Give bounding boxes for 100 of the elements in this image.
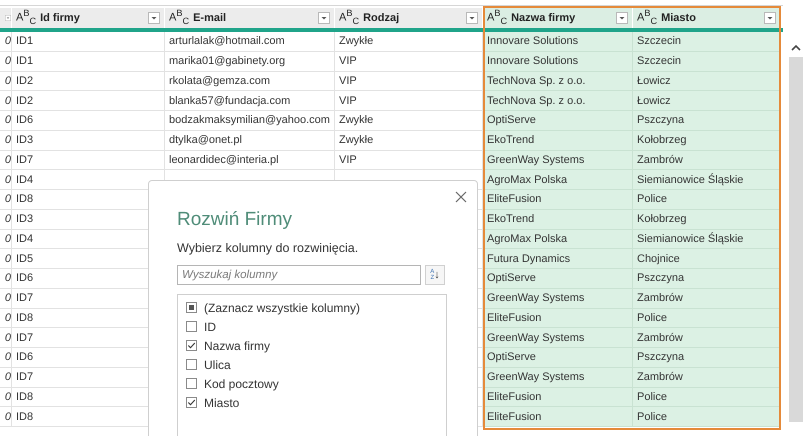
filter-dropdown-icon[interactable] — [318, 12, 330, 24]
table-cell: EliteFusion — [483, 407, 633, 427]
column-option[interactable]: ID — [204, 320, 216, 334]
table-cell: Police — [633, 190, 781, 210]
table-cell: Innovare Solutions — [483, 32, 633, 52]
row-number: 0 — [0, 407, 12, 427]
column-header[interactable]: A$^{B}$$_{C}$ Miasto — [633, 8, 781, 28]
vertical-scrollbar[interactable] — [788, 44, 804, 422]
table-cell: Police — [633, 407, 781, 427]
checkbox[interactable] — [186, 397, 197, 408]
column-option[interactable]: (Zaznacz wszystkie kolumny) — [204, 300, 360, 314]
table-cell: EkoTrend — [483, 210, 633, 230]
table-cell: dtylka@onet.pl — [165, 130, 335, 150]
row-number: 0 — [0, 32, 12, 52]
filter-dropdown-icon[interactable] — [466, 12, 478, 24]
table-cell: Pszczyna — [633, 348, 781, 368]
checkbox[interactable] — [186, 302, 197, 313]
row-number: 0 — [0, 308, 12, 328]
table-cell: ID7 — [12, 150, 165, 170]
scroll-up-icon[interactable] — [791, 44, 801, 51]
row-number: 0 — [0, 111, 12, 131]
table-cell: Łowicz — [633, 91, 781, 111]
table-cell: Zambrów — [633, 288, 781, 308]
table-cell: Chojnice — [633, 249, 781, 269]
row-number: 0 — [0, 368, 12, 388]
table-cell: ID2 — [12, 72, 165, 92]
column-option[interactable]: Nazwa firmy — [204, 338, 270, 352]
table-cell: ID6 — [12, 111, 165, 131]
column-header[interactable]: A$^{B}$$_{C}$ Id firmy — [12, 8, 165, 28]
table-cell: Police — [633, 308, 781, 328]
column-header[interactable]: A$^{B}$$_{C}$ E-mail — [165, 8, 335, 28]
filter-dropdown-icon[interactable] — [616, 12, 628, 24]
column-option[interactable]: Kod pocztowy — [204, 376, 279, 390]
table-cell: Zambrów — [633, 368, 781, 388]
filter-dropdown-icon[interactable] — [764, 12, 776, 24]
table-cell: ID3 — [12, 130, 165, 150]
table-cell: Zambrów — [633, 328, 781, 348]
table-cell: marika01@gabinety.org — [165, 52, 335, 72]
column-header[interactable]: A$^{B}$$_{C}$ Nazwa firmy — [483, 8, 633, 28]
table-cell: GreenWay Systems — [483, 368, 633, 388]
table-cell: Pszczyna — [633, 269, 781, 289]
row-number: 0 — [0, 210, 12, 230]
row-number: 0 — [0, 230, 12, 250]
close-icon[interactable] — [455, 191, 467, 203]
table-cell: EliteFusion — [483, 190, 633, 210]
row-number: 0 — [0, 170, 12, 190]
table-cell: Siemianowice Śląskie — [633, 230, 781, 250]
table-cell: arturlalak@hotmail.com — [165, 32, 335, 52]
table-cell: TechNova Sp. z o.o. — [483, 72, 633, 92]
column-option[interactable]: Ulica — [204, 358, 231, 372]
table-cell: VIP — [335, 72, 483, 92]
table-cell: GreenWay Systems — [483, 150, 633, 170]
row-number: 0 — [0, 72, 12, 92]
row-number: 0 — [0, 190, 12, 210]
checkbox[interactable] — [186, 378, 197, 389]
table-cell: OptiServe — [483, 269, 633, 289]
filter-dropdown-icon[interactable] — [148, 12, 160, 24]
table-cell: Siemianowice Śląskie — [633, 170, 781, 190]
checkbox[interactable] — [186, 359, 197, 370]
checkbox[interactable] — [186, 321, 197, 332]
dialog-title: Rozwiń Firmy — [177, 209, 294, 231]
column-name: Id firmy — [40, 12, 81, 24]
column-name: Rodzaj — [363, 12, 400, 24]
row-number: 0 — [0, 269, 12, 289]
table-cell: GreenWay Systems — [483, 328, 633, 348]
column-name: Miasto — [661, 12, 697, 24]
dialog-instruction: Wybierz kolumny do rozwinięcia. — [177, 241, 360, 255]
table-cell: blanka57@fundacja.com — [165, 91, 335, 111]
table-cell: Zambrów — [633, 150, 781, 170]
table-cell: Innovare Solutions — [483, 52, 633, 72]
checkbox[interactable] — [186, 340, 197, 351]
column-name: Nazwa firmy — [511, 12, 576, 24]
table-cell: EliteFusion — [483, 388, 633, 408]
table-cell: EliteFusion — [483, 308, 633, 328]
column-header[interactable]: A$^{B}$$_{C}$ Rodzaj — [335, 8, 483, 28]
table-cell: ID2 — [12, 91, 165, 111]
table-cell: Łowicz — [633, 72, 781, 92]
table-cell: VIP — [335, 150, 483, 170]
column-name: E-mail — [193, 12, 228, 24]
table-cell: Futura Dynamics — [483, 249, 633, 269]
table-cell: AgroMax Polska — [483, 230, 633, 250]
search-field[interactable]: Wyszukaj kolumny — [177, 265, 422, 285]
row-number: 0 — [0, 150, 12, 170]
table-cell: VIP — [335, 91, 483, 111]
table-cell: Szczecin — [633, 32, 781, 52]
row-number: 0 — [0, 328, 12, 348]
table-cell: Kołobrzeg — [633, 210, 781, 230]
table-cell: GreenWay Systems — [483, 288, 633, 308]
row-number: 0 — [0, 130, 12, 150]
column-option[interactable]: Miasto — [204, 396, 240, 410]
table-cell: OptiServe — [483, 111, 633, 131]
table-cell: VIP — [335, 52, 483, 72]
table-cell: Police — [633, 388, 781, 408]
table-cell: TechNova Sp. z o.o. — [483, 91, 633, 111]
table-cell: Zwykłe — [335, 130, 483, 150]
table-cell: EkoTrend — [483, 130, 633, 150]
table-cell: ID1 — [12, 52, 165, 72]
table-cell: Pszczyna — [633, 111, 781, 131]
row-number: 0 — [0, 388, 12, 408]
table-cell: Kołobrzeg — [633, 130, 781, 150]
